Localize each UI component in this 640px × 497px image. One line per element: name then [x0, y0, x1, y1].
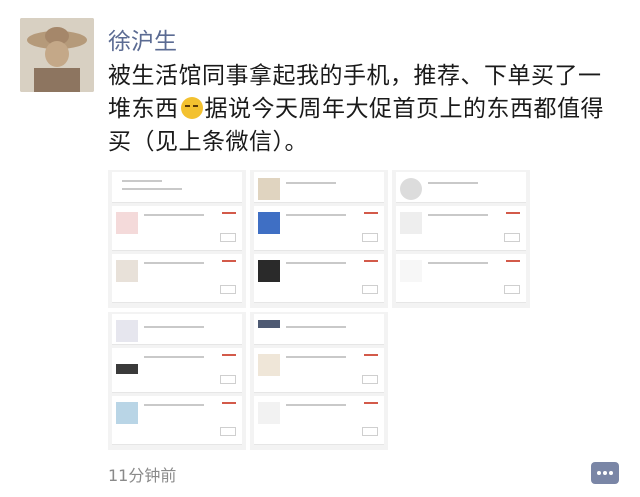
author-name[interactable]: 徐沪生	[108, 22, 177, 56]
post-text: 被生活馆同事拿起我的手机，推荐、下单买了一堆东西 据说今天周年大促首页上的东西都值…	[108, 60, 618, 159]
photo-thumbnail-3[interactable]	[392, 170, 530, 308]
photo-thumbnail-4[interactable]	[108, 312, 246, 450]
comment-dots-icon[interactable]	[591, 462, 619, 484]
photo-thumbnail-5[interactable]	[250, 312, 388, 450]
photo-thumbnail-2[interactable]	[250, 170, 388, 308]
avatar-image	[20, 18, 94, 92]
author-avatar[interactable]	[20, 18, 94, 92]
photo-thumbnail-1[interactable]	[108, 170, 246, 308]
grinning-face-emoji-icon	[180, 97, 203, 119]
post-timestamp: 11分钟前	[108, 466, 177, 485]
